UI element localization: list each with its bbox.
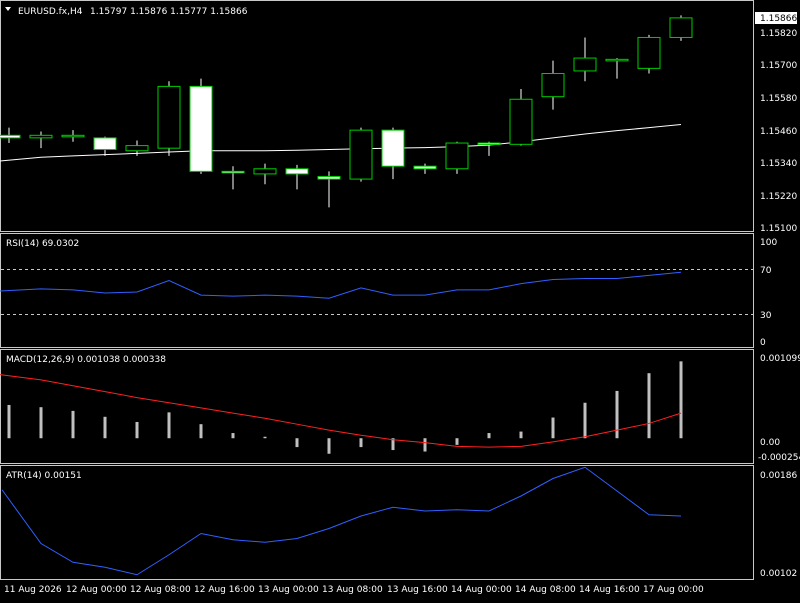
macd-histogram-bar xyxy=(167,412,171,439)
bull-candle xyxy=(541,73,565,98)
price-label: 1.15460 xyxy=(760,127,797,137)
bear-candle xyxy=(221,170,245,174)
bull-candle xyxy=(637,36,661,69)
price-label: 1.15100 xyxy=(760,224,797,234)
rsi-polyline xyxy=(0,271,682,299)
bear-candle xyxy=(93,137,117,150)
time-label: 11 Aug 2026 xyxy=(4,585,62,595)
macd-histogram-bar xyxy=(263,436,267,439)
price-label: 1.15580 xyxy=(760,94,797,104)
time-label: 17 Aug 00:00 xyxy=(643,585,704,595)
bear-candle xyxy=(285,168,309,175)
time-label: 14 Aug 08:00 xyxy=(515,585,576,595)
bull-candle xyxy=(669,17,693,38)
macd-label: MACD(12,26,9) 0.001038 0.000338 xyxy=(6,355,166,365)
macd-histogram-bar xyxy=(423,438,427,452)
bear-candle xyxy=(381,129,405,167)
rsi-pane[interactable]: RSI(14) 69.0302 100 70 30 0 xyxy=(0,238,777,348)
macd-histogram-bar xyxy=(551,417,555,439)
time-label: 13 Aug 16:00 xyxy=(387,585,448,595)
rsi-line xyxy=(0,271,682,299)
macd-histogram-bar xyxy=(359,438,363,448)
bull-candle xyxy=(349,129,373,180)
macd-histogram-bar xyxy=(39,407,43,439)
macd-histogram-bar xyxy=(519,431,523,439)
candlesticks[interactable] xyxy=(0,15,693,208)
atr-pane[interactable]: ATR(14) 0.00151 0.00186 0.00102 xyxy=(1,466,797,579)
time-label: 12 Aug 08:00 xyxy=(130,585,191,595)
bear-candle xyxy=(477,142,501,146)
macd-histogram-bar xyxy=(615,390,619,439)
time-label: 12 Aug 00:00 xyxy=(66,585,127,595)
rsi-label: RSI(14) 69.0302 xyxy=(6,239,79,249)
macd-histogram-bar xyxy=(71,410,75,439)
atr-pane-border xyxy=(0,465,754,580)
main-pane[interactable]: EURUSD.fx,H4 1.15797 1.15876 1.15777 1.1… xyxy=(0,7,797,234)
bull-candle xyxy=(61,134,85,138)
time-label: 14 Aug 00:00 xyxy=(451,585,512,595)
macd-histogram-bar xyxy=(103,416,107,439)
bull-candle xyxy=(253,168,277,175)
macd-signal-line xyxy=(0,374,682,448)
macd-histogram-bar xyxy=(135,421,139,439)
macd-histogram-bar xyxy=(327,438,331,454)
price-label: 1.15820 xyxy=(760,29,797,39)
atr-label: ATR(14) 0.00151 xyxy=(6,471,82,481)
price-label: 1.15340 xyxy=(760,159,797,169)
bull-candle xyxy=(445,142,469,170)
macd-axis-label: 0.00 xyxy=(760,438,780,448)
macd-histogram xyxy=(7,361,683,454)
price-label: 1.15700 xyxy=(760,61,797,71)
bear-candle xyxy=(0,134,21,139)
rsi-level-label: 0 xyxy=(760,338,766,348)
rsi-level-label: 70 xyxy=(760,266,772,276)
time-label: 13 Aug 00:00 xyxy=(258,585,319,595)
bear-candle xyxy=(317,176,341,180)
collapse-triangle-icon[interactable] xyxy=(5,7,11,11)
macd-histogram-bar xyxy=(231,433,235,439)
price-label: 1.15220 xyxy=(760,192,797,202)
macd-histogram-bar xyxy=(583,402,587,439)
atr-polyline xyxy=(1,466,682,576)
macd-histogram-bar xyxy=(295,438,299,448)
atr-axis-label: 0.00186 xyxy=(760,471,797,481)
atr-axis-label: 0.00102 xyxy=(760,569,797,579)
atr-line xyxy=(1,466,682,576)
macd-histogram-bar xyxy=(199,424,203,439)
bull-candle xyxy=(157,85,181,149)
rsi-level-label: 30 xyxy=(760,311,772,321)
bull-candle xyxy=(509,98,533,145)
macd-histogram-bar xyxy=(647,373,651,439)
time-label: 14 Aug 16:00 xyxy=(579,585,640,595)
price-axis: 1.15820 1.15700 1.15580 1.15460 1.15340 … xyxy=(760,29,797,234)
macd-pane[interactable]: MACD(12,26,9) 0.001038 0.000338 0.001099… xyxy=(0,354,800,463)
pane-borders xyxy=(0,0,754,580)
macd-signal-polyline xyxy=(0,374,682,448)
rsi-level-label: 100 xyxy=(760,238,777,248)
macd-axis-label: -0.000254 xyxy=(758,453,800,463)
bull-candle xyxy=(29,134,53,139)
bull-candle xyxy=(573,57,597,72)
ohlc-label: 1.15797 1.15876 1.15777 1.15866 xyxy=(90,7,248,17)
bear-candle xyxy=(189,85,213,172)
macd-histogram-bar xyxy=(679,361,683,439)
macd-histogram-bar xyxy=(7,404,11,439)
bull-candle xyxy=(605,58,629,62)
main-pane-border xyxy=(0,0,754,232)
macd-histogram-bar xyxy=(455,438,459,445)
macd-axis-label: 0.001099 xyxy=(760,354,800,364)
macd-pane-border xyxy=(0,349,754,464)
bull-candle xyxy=(125,145,149,152)
rsi-pane-border xyxy=(0,233,754,348)
trading-chart[interactable]: EURUSD.fx,H4 1.15797 1.15876 1.15777 1.1… xyxy=(0,0,800,600)
bear-candle xyxy=(413,165,437,170)
symbol-label: EURUSD.fx,H4 xyxy=(18,7,83,17)
time-label: 13 Aug 08:00 xyxy=(322,585,383,595)
time-axis: 11 Aug 2026 12 Aug 00:00 12 Aug 08:00 12… xyxy=(4,585,704,595)
macd-histogram-bar xyxy=(487,433,491,439)
current-price-label: 1.15866 xyxy=(760,14,797,24)
time-label: 12 Aug 16:00 xyxy=(194,585,255,595)
